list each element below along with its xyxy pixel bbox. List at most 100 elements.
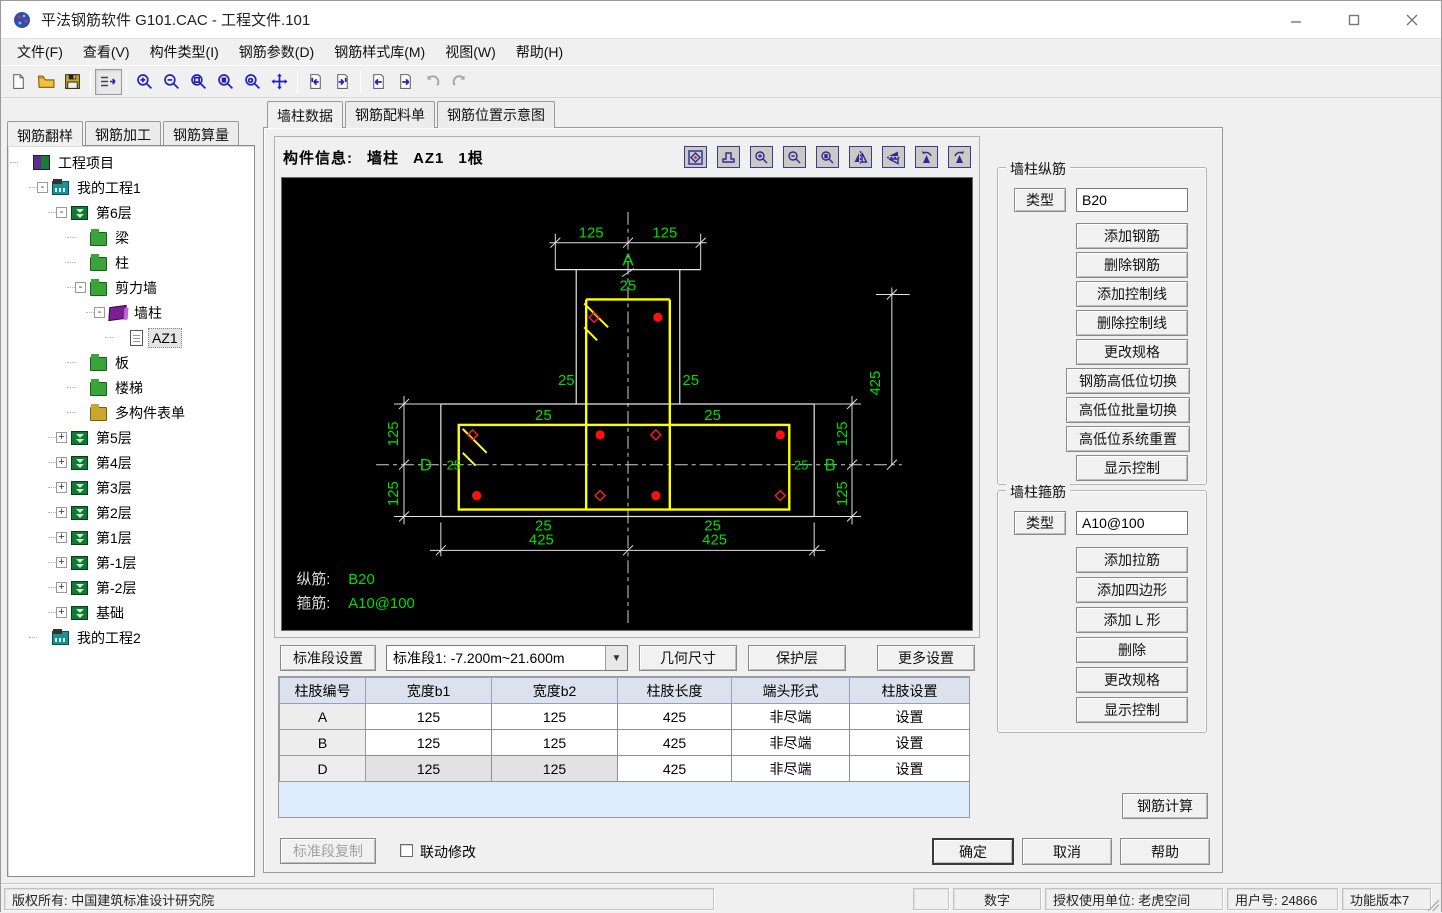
left-tab[interactable]: 钢筋加工 <box>85 121 161 146</box>
menu-item[interactable]: 查看(V) <box>73 39 140 65</box>
tree-item[interactable]: + 第4层 <box>8 450 254 475</box>
add-tie-button[interactable]: 添加拉筋 <box>1076 547 1188 573</box>
tree-item[interactable]: - 剪力墙 <box>8 275 254 300</box>
new-file-button[interactable] <box>5 69 32 95</box>
high-low-system-reset-button[interactable]: 高低位系统重置 <box>1066 426 1190 452</box>
rotate-right-button[interactable] <box>948 146 971 168</box>
chevron-down-icon[interactable]: ▼ <box>605 646 627 670</box>
tree-item[interactable]: 我的工程2 <box>8 625 254 650</box>
ok-button[interactable]: 确定 <box>932 838 1014 865</box>
mirror-vertical-button[interactable] <box>849 146 872 168</box>
zoom-in-button[interactable] <box>131 69 158 95</box>
tree-toggle[interactable]: + <box>56 582 67 593</box>
redo-button[interactable] <box>446 69 473 95</box>
tree-item[interactable]: 柱 <box>8 250 254 275</box>
width-b2-cell[interactable]: 125 <box>492 704 618 730</box>
longitudinal-type-button[interactable]: 类型 <box>1014 188 1066 212</box>
stirrup-type-field[interactable] <box>1076 511 1188 535</box>
main-tab[interactable]: 钢筋位置示意图 <box>437 101 555 128</box>
link-edit-checkbox[interactable] <box>400 844 413 857</box>
tree-toggle[interactable]: - <box>75 282 86 293</box>
segment-dropdown[interactable]: 标准段1: -7.200m~21.600m ▼ <box>386 645 628 671</box>
width-b1-cell[interactable]: 125 <box>366 704 492 730</box>
rotate-left-button[interactable] <box>915 146 938 168</box>
add-l-shape-button[interactable]: 添加 L 形 <box>1076 607 1188 633</box>
segment-copy-button[interactable]: 标准段复制 <box>280 838 376 864</box>
toggle-tree-button[interactable] <box>95 69 122 95</box>
leg-length-cell[interactable]: 425 <box>618 704 732 730</box>
cover-layer-button[interactable]: 保护层 <box>748 645 846 671</box>
pan-button[interactable] <box>266 69 293 95</box>
tree-item[interactable]: 板 <box>8 350 254 375</box>
add-rebar-button[interactable]: 添加钢筋 <box>1076 223 1188 249</box>
more-settings-button[interactable]: 更多设置 <box>877 645 975 671</box>
menu-item[interactable]: 视图(W) <box>435 39 506 65</box>
save-file-button[interactable] <box>59 69 86 95</box>
tree-item[interactable]: 楼梯 <box>8 375 254 400</box>
table-row[interactable]: D 125 125 425 非尽端 设置 <box>280 756 970 782</box>
change-spec-button[interactable]: 更改规格 <box>1076 339 1188 365</box>
center-view-button[interactable] <box>684 146 707 168</box>
table-row[interactable]: A 125 125 425 非尽端 设置 <box>280 704 970 730</box>
tree-toggle[interactable]: + <box>56 607 67 618</box>
tree-item[interactable]: AZ1 <box>8 325 254 350</box>
add-quad-button[interactable]: 添加四边形 <box>1076 577 1188 603</box>
undo-button[interactable] <box>419 69 446 95</box>
tree-toggle[interactable]: + <box>56 532 67 543</box>
delete-control-line-button[interactable]: 删除控制线 <box>1076 310 1188 336</box>
tree-item[interactable]: - 我的工程1 <box>8 175 254 200</box>
tree-toggle[interactable]: - <box>56 207 67 218</box>
last-component-button[interactable] <box>329 69 356 95</box>
leg-length-cell[interactable]: 425 <box>618 730 732 756</box>
menu-item[interactable]: 构件类型(I) <box>140 39 229 65</box>
tree-item[interactable]: 梁 <box>8 225 254 250</box>
tree-toggle[interactable]: + <box>56 482 67 493</box>
width-b1-cell[interactable]: 125 <box>366 730 492 756</box>
first-component-button[interactable] <box>302 69 329 95</box>
section-canvas[interactable]: 125 125 A 25 25 25 425 25 25 D B 25 25 1… <box>281 177 973 631</box>
next-component-button[interactable] <box>392 69 419 95</box>
tree-item[interactable]: 工程项目 <box>8 150 254 175</box>
rebar-high-low-toggle-button[interactable]: 钢筋高低位切换 <box>1066 368 1190 394</box>
zoom-previous-button[interactable] <box>239 69 266 95</box>
mirror-horizontal-button[interactable] <box>882 146 905 168</box>
end-type-cell[interactable]: 非尽端 <box>732 756 850 782</box>
tree-toggle[interactable]: - <box>94 307 105 318</box>
leg-length-cell[interactable]: 425 <box>618 756 732 782</box>
minimize-button[interactable] <box>1267 1 1325 39</box>
cancel-button[interactable]: 取消 <box>1022 838 1112 865</box>
main-tab[interactable]: 钢筋配料单 <box>345 101 435 128</box>
delete-rebar-button[interactable]: 删除钢筋 <box>1076 252 1188 278</box>
stirrup-display-control-button[interactable]: 显示控制 <box>1076 697 1188 723</box>
open-file-button[interactable] <box>32 69 59 95</box>
tree-toggle[interactable]: + <box>56 457 67 468</box>
zoom-extents-button[interactable] <box>212 69 239 95</box>
end-type-cell[interactable]: 非尽端 <box>732 704 850 730</box>
width-b2-cell[interactable]: 125 <box>492 730 618 756</box>
tree-item[interactable]: + 第1层 <box>8 525 254 550</box>
previous-component-button[interactable] <box>365 69 392 95</box>
main-tab[interactable]: 墙柱数据 <box>267 101 343 128</box>
menu-item[interactable]: 文件(F) <box>7 39 73 65</box>
canvas-zoom-extents-button[interactable] <box>816 146 839 168</box>
zoom-window-button[interactable] <box>185 69 212 95</box>
tree-item[interactable]: + 第5层 <box>8 425 254 450</box>
rebar-calculate-button[interactable]: 钢筋计算 <box>1122 793 1208 819</box>
menu-item[interactable]: 钢筋样式库(M) <box>324 39 435 65</box>
geometry-size-button[interactable]: 几何尺寸 <box>639 645 737 671</box>
canvas-zoom-in-button[interactable] <box>750 146 773 168</box>
leg-settings-cell[interactable]: 设置 <box>850 704 970 730</box>
width-b1-cell[interactable]: 125 <box>366 756 492 782</box>
end-type-cell[interactable]: 非尽端 <box>732 730 850 756</box>
left-tab[interactable]: 钢筋翻样 <box>7 121 83 146</box>
high-low-batch-toggle-button[interactable]: 高低位批量切换 <box>1066 397 1190 423</box>
tree-toggle[interactable]: - <box>37 182 48 193</box>
width-b2-cell[interactable]: 125 <box>492 756 618 782</box>
add-control-line-button[interactable]: 添加控制线 <box>1076 281 1188 307</box>
tree-toggle[interactable]: + <box>56 432 67 443</box>
tree-item[interactable]: + 基础 <box>8 600 254 625</box>
tree-toggle[interactable]: + <box>56 507 67 518</box>
tree-item[interactable]: + 第-2层 <box>8 575 254 600</box>
display-control-button[interactable]: 显示控制 <box>1076 455 1188 481</box>
help-button[interactable]: 帮助 <box>1120 838 1210 865</box>
